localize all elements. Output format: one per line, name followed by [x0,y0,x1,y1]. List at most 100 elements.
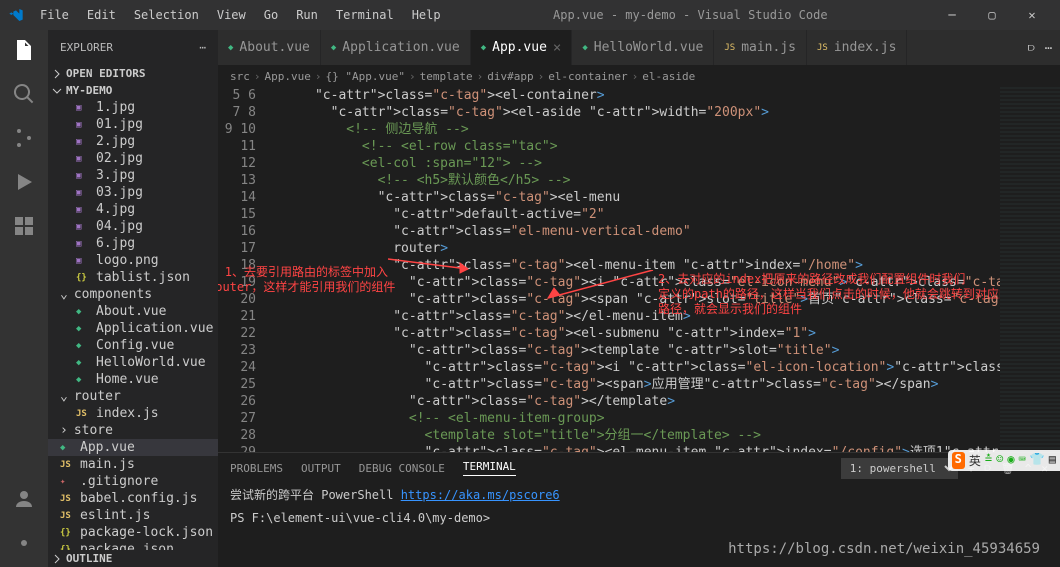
editor-tab[interactable]: ◆About.vue [218,30,321,65]
close-tab-icon[interactable]: × [553,40,561,56]
account-icon[interactable] [12,487,36,511]
panel-output[interactable]: OUTPUT [301,462,341,475]
maximize-button[interactable]: ▢ [972,0,1012,30]
editor-tab[interactable]: JSindex.js [807,30,907,65]
menu-view[interactable]: View [209,4,254,26]
code-editor[interactable]: 5 6 7 8 9 10 11 12 13 14 15 16 17 18 19 … [218,87,1060,452]
tree-item[interactable]: JSmain.js [48,456,218,473]
breadcrumb-item[interactable]: App.vue [265,70,311,83]
breadcrumb-item[interactable]: {} "App.vue" [325,70,404,83]
tree-item[interactable]: {}tablist.json [48,269,218,286]
tree-item[interactable]: ▣01.jpg [48,116,218,133]
editor-tab[interactable]: ◆App.vue× [471,30,573,65]
tree-item[interactable]: ▣6.jpg [48,235,218,252]
tree-item[interactable]: JSindex.js [48,405,218,422]
tree-item[interactable]: ▣3.jpg [48,167,218,184]
arrow-1-icon [388,247,478,277]
breadcrumb-item[interactable]: div#app [487,70,533,83]
explorer-header: EXPLORER ⋯ [48,30,218,65]
breadcrumb: src›App.vue›{} "App.vue"›template›div#ap… [218,65,1060,87]
more-icon[interactable]: ⋯ [1045,41,1052,55]
tree-item[interactable]: ⌄ components [48,286,218,303]
tree-item[interactable]: ▣02.jpg [48,150,218,167]
tree-item[interactable]: ▣04.jpg [48,218,218,235]
panel-terminal[interactable]: TERMINAL [463,460,516,476]
editor-tab[interactable]: JSmain.js [714,30,807,65]
menu-edit[interactable]: Edit [79,4,124,26]
tree-item[interactable]: ⌄ router [48,388,218,405]
tree-item[interactable]: ◆About.vue [48,303,218,320]
menu-terminal[interactable]: Terminal [328,4,402,26]
ime-badge: S 英≛☺ ◉⌨👕▤ [948,450,1060,471]
window-title: App.vue - my-demo - Visual Studio Code [449,8,932,22]
tree-item[interactable]: ▣2.jpg [48,133,218,150]
terminal-output[interactable]: 尝试新的跨平台 PowerShell https://aka.ms/pscore… [218,483,1060,531]
breadcrumb-item[interactable]: src [230,70,250,83]
breadcrumb-item[interactable]: el-container [548,70,627,83]
tree-item[interactable]: ◆Home.vue [48,371,218,388]
outline-section[interactable]: OUTLINE [48,550,218,567]
explorer-label: EXPLORER [60,41,113,54]
tree-item[interactable]: ◆App.vue [48,439,218,456]
line-numbers: 5 6 7 8 9 10 11 12 13 14 15 16 17 18 19 … [218,87,268,452]
git-icon[interactable] [12,126,36,150]
editor-tab[interactable]: ◆HelloWorld.vue [572,30,714,65]
tree-item[interactable]: ▣1.jpg [48,99,218,116]
minimize-button[interactable]: ─ [932,0,972,30]
tree-item[interactable]: ▣logo.png [48,252,218,269]
menu-go[interactable]: Go [256,4,286,26]
vscode-logo-icon [8,7,24,23]
gear-icon[interactable] [12,531,36,555]
split-editor-icon[interactable]: ⫐ [1028,40,1035,55]
explorer-icon[interactable] [12,38,36,62]
tree-item[interactable]: JSbabel.config.js [48,490,218,507]
tree-item[interactable]: › store [48,422,218,439]
tree-item[interactable]: JSeslint.js [48,507,218,524]
tree-item[interactable]: ✦.gitignore [48,473,218,490]
tree-item[interactable]: ◆Config.vue [48,337,218,354]
panel-problems[interactable]: PROBLEMS [230,462,283,475]
close-button[interactable]: ✕ [1012,0,1052,30]
search-icon[interactable] [12,82,36,106]
breadcrumb-item[interactable]: template [420,70,473,83]
tree-item[interactable]: ◆Application.vue [48,320,218,337]
tree-item[interactable]: {}package-lock.json [48,524,218,541]
titlebar: File Edit Selection View Go Run Terminal… [0,0,1060,30]
terminal-shell-select[interactable]: 1: powershell [841,458,958,479]
activity-bar [0,30,48,567]
explorer-sidebar: EXPLORER ⋯ OPEN EDITORS MY-DEMO ▣1.jpg▣0… [48,30,218,567]
tree-item[interactable]: ▣4.jpg [48,201,218,218]
panel-debug[interactable]: DEBUG CONSOLE [359,462,445,475]
terminal-prompt: PS F:\element-ui\vue-cli4.0\my-demo> [230,510,1048,527]
code-area[interactable]: "c-attr">class="c-tag"><el-container> "c… [268,87,1000,452]
chevron-right-icon [52,69,62,79]
menu-selection[interactable]: Selection [126,4,207,26]
window-controls: ─ ▢ ✕ [932,0,1052,30]
debug-icon[interactable] [12,170,36,194]
breadcrumb-item[interactable]: el-aside [642,70,695,83]
terminal-link[interactable]: https://aka.ms/pscore6 [401,488,560,502]
editor-group: ◆About.vue◆Application.vue◆App.vue×◆Hell… [218,30,1060,567]
outline-label: OUTLINE [66,552,112,565]
tree-item[interactable]: ◆HelloWorld.vue [48,354,218,371]
extensions-icon[interactable] [12,214,36,238]
editor-tabs: ◆About.vue◆Application.vue◆App.vue×◆Hell… [218,30,1060,65]
editor-tab[interactable]: ◆Application.vue [321,30,471,65]
project-section[interactable]: MY-DEMO [48,82,218,99]
terminal-line: 尝试新的跨平台 PowerShell [230,488,401,502]
open-editors-section[interactable]: OPEN EDITORS [48,65,218,82]
menu-file[interactable]: File [32,4,77,26]
tree-item[interactable]: {}package.json [48,541,218,550]
chevron-right-icon [52,554,62,564]
tree-item[interactable]: ▣03.jpg [48,184,218,201]
project-label: MY-DEMO [66,84,112,97]
panel-tabs: PROBLEMS OUTPUT DEBUG CONSOLE TERMINAL 1… [218,453,1060,483]
arrow-2-icon [543,270,663,305]
menu-help[interactable]: Help [404,4,449,26]
menu-run[interactable]: Run [288,4,326,26]
minimap[interactable] [1000,87,1060,452]
watermark: https://blog.csdn.net/weixin_45934659 [728,541,1040,557]
menubar: File Edit Selection View Go Run Terminal… [32,4,449,26]
explorer-more-icon[interactable]: ⋯ [199,41,206,54]
chevron-down-icon [52,86,62,96]
